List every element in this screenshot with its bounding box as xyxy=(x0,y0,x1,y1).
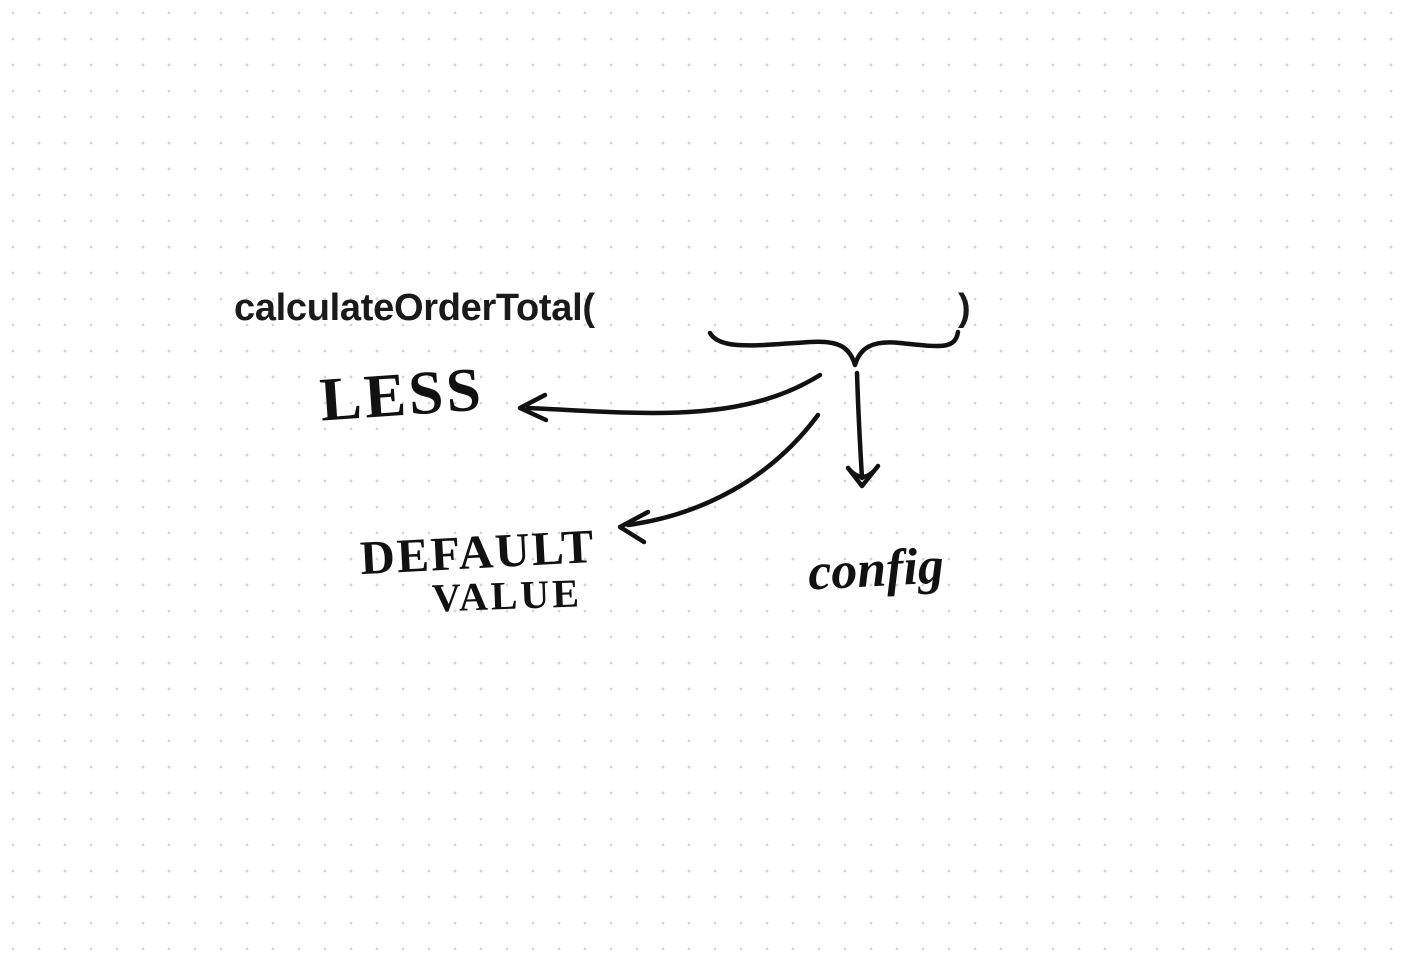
function-close-paren: ) xyxy=(958,287,970,330)
handwritten-value: VALUE xyxy=(431,569,582,621)
ink-strokes xyxy=(0,0,1408,954)
function-name-open: calculateOrderTotal( xyxy=(234,287,595,330)
handwritten-config: config xyxy=(807,536,946,602)
handwritten-less: LESS xyxy=(318,354,486,436)
